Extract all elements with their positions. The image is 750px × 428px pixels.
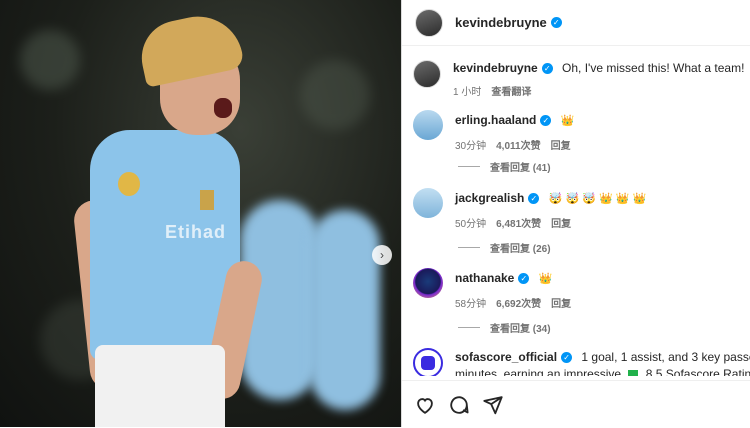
- bokeh: [20, 30, 80, 90]
- reply-button[interactable]: 回复: [551, 137, 571, 152]
- post-photo: Etihad ›: [0, 0, 401, 427]
- instagram-post-frame: Etihad › kevindebruyne ✓ kevindebruyne ✓ …: [0, 0, 750, 427]
- caption-comment: kevindebruyne ✓ Oh, I've missed this! Wha…: [413, 60, 750, 98]
- comment-likes[interactable]: 4,011次赞: [496, 137, 540, 152]
- shirt-sponsor: Etihad: [165, 222, 226, 243]
- view-replies[interactable]: 查看回复 (26): [458, 240, 551, 255]
- reply-button[interactable]: 回复: [551, 215, 571, 230]
- comment-item: jackgrealish ✓ 🤯 🤯 🤯 👑 👑 👑 50分钟 6,481次赞 回…: [413, 188, 750, 230]
- premier-league-badge: [118, 172, 140, 196]
- comment-icon[interactable]: [448, 394, 470, 416]
- comment-username[interactable]: nathanake: [455, 271, 514, 285]
- comment-username[interactable]: jackgrealish: [455, 191, 524, 205]
- view-replies-label: 查看回复 (26): [490, 240, 551, 255]
- heart-icon[interactable]: [414, 394, 436, 416]
- chevron-right-icon[interactable]: ›: [372, 245, 392, 265]
- crown-emoji: 👑: [561, 113, 575, 129]
- comment-username[interactable]: sofascore_official: [455, 350, 557, 364]
- caption-time: 1 小时: [453, 83, 481, 98]
- author-avatar[interactable]: [413, 60, 441, 88]
- comment-likes[interactable]: 6,692次赞: [496, 295, 541, 310]
- verified-badge-icon: ✓: [551, 17, 562, 28]
- post-action-bar: [402, 380, 750, 428]
- comment-rating-text: 8.5 Sofascore Rating! Ale: [646, 367, 750, 376]
- verified-badge-icon: ✓: [561, 352, 572, 363]
- commenter-avatar[interactable]: [413, 348, 443, 376]
- view-replies-label: 查看回复 (41): [490, 159, 551, 174]
- comment-username[interactable]: erling.haaland: [455, 113, 536, 127]
- post-header: kevindebruyne ✓: [402, 0, 750, 46]
- club-crest: [200, 190, 214, 210]
- view-replies[interactable]: 查看回复 (34): [458, 320, 551, 335]
- comment-item: erling.haaland ✓ 👑 30分钟 4,011次赞 回复: [413, 110, 750, 152]
- author-username[interactable]: kevindebruyne: [455, 15, 547, 30]
- verified-badge-icon: ✓: [542, 63, 553, 74]
- verified-badge-icon: ✓: [528, 193, 539, 204]
- player-shorts: [95, 345, 225, 427]
- author-avatar[interactable]: [415, 9, 443, 37]
- commenter-avatar[interactable]: [413, 188, 443, 218]
- commenter-avatar[interactable]: [413, 268, 443, 298]
- comment-item: sofascore_official ✓ 1 goal, 1 assist, an…: [413, 348, 750, 376]
- bokeh: [300, 60, 370, 130]
- share-icon[interactable]: [482, 394, 504, 416]
- comment-text: 1 goal, 1 assist, and 3 key passes in ju…: [581, 350, 750, 364]
- verified-badge-icon: ✓: [540, 115, 551, 126]
- post-side-panel: kevindebruyne ✓ kevindebruyne ✓ Oh, I've …: [401, 0, 750, 427]
- commenter-avatar[interactable]: [413, 110, 443, 140]
- crown-emoji: 👑: [539, 271, 553, 287]
- comment-text-line2: minutes, earning an impressive: [455, 367, 621, 376]
- translate-link[interactable]: 查看翻译: [491, 83, 531, 98]
- view-replies-label: 查看回复 (34): [490, 320, 551, 335]
- view-replies[interactable]: 查看回复 (41): [458, 159, 551, 174]
- comment-time: 58分钟: [455, 295, 486, 310]
- comment-emojis: 🤯 🤯 🤯 👑 👑 👑: [549, 191, 646, 207]
- comment-likes[interactable]: 6,481次赞: [496, 215, 541, 230]
- comment-item: nathanake ✓ 👑 58分钟 6,692次赞 回复: [413, 268, 750, 310]
- comments-list[interactable]: kevindebruyne ✓ Oh, I've missed this! Wha…: [402, 46, 750, 376]
- reply-button[interactable]: 回复: [551, 295, 571, 310]
- caption-username[interactable]: kevindebruyne: [453, 61, 538, 75]
- comment-time: 30分钟: [455, 137, 486, 152]
- player-mouth: [214, 98, 232, 118]
- comment-time: 50分钟: [455, 215, 486, 230]
- rating-badge-icon: [628, 370, 638, 376]
- verified-badge-icon: ✓: [518, 273, 529, 284]
- caption-text: Oh, I've missed this! What a team!: [562, 61, 744, 75]
- background-player: [310, 210, 380, 410]
